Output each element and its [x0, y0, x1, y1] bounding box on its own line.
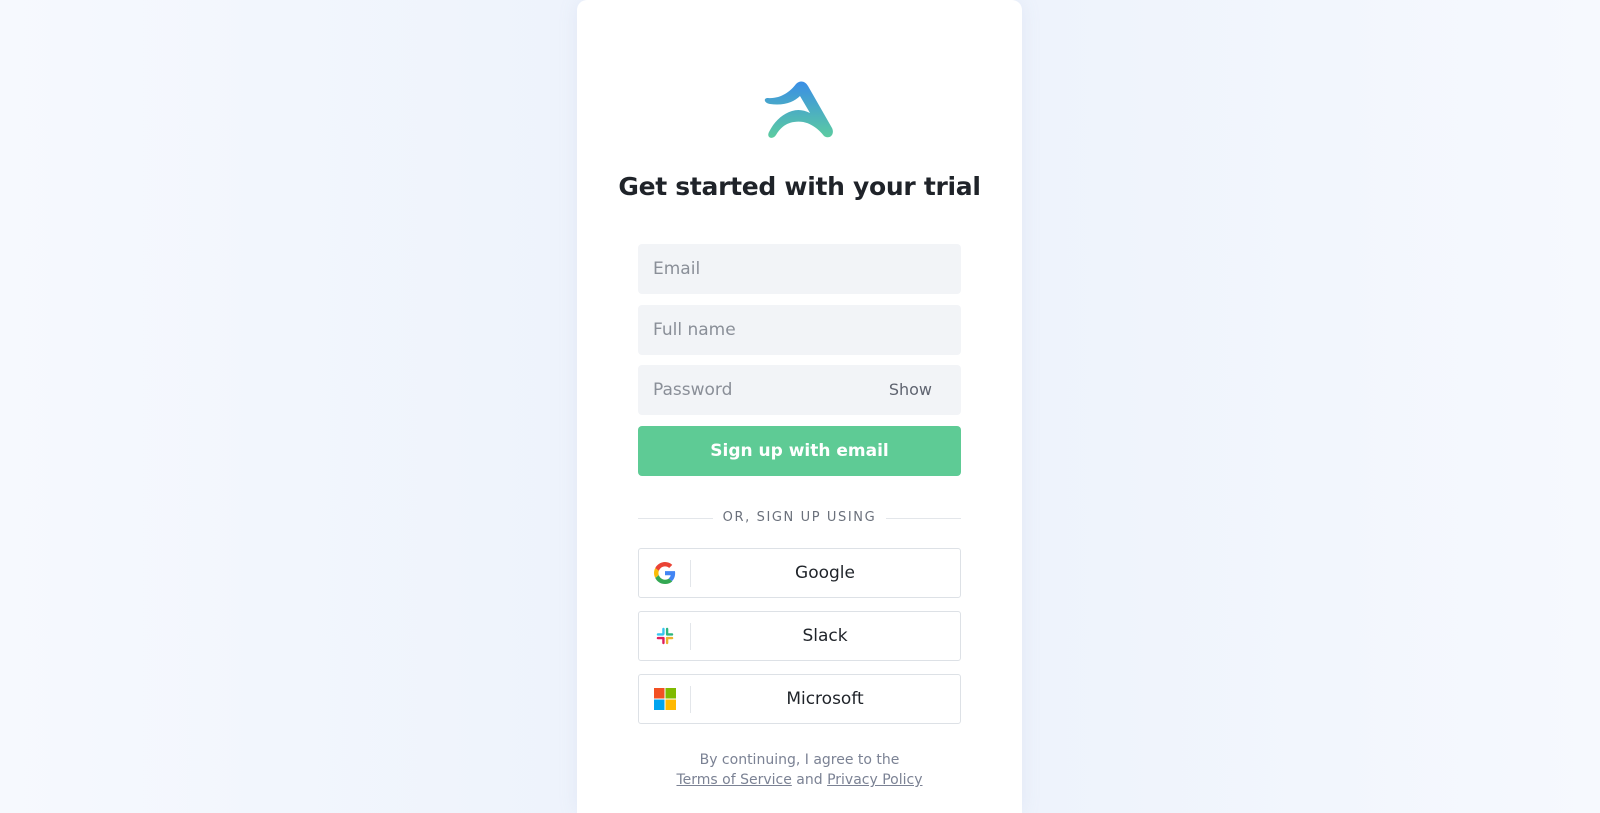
show-password-button[interactable]: Show: [889, 380, 932, 399]
email-field-wrapper: [638, 244, 961, 294]
divider: OR, SIGN UP USING: [638, 508, 961, 528]
google-label: Google: [795, 563, 855, 583]
legal-text: By continuing, I agree to the Terms of S…: [577, 750, 1022, 790]
google-signup-button[interactable]: Google: [638, 548, 961, 598]
microsoft-signup-button[interactable]: Microsoft: [638, 674, 961, 724]
email-field[interactable]: [638, 244, 961, 294]
signup-email-button[interactable]: Sign up with email: [638, 426, 961, 476]
google-icon: [654, 562, 676, 584]
fullname-field-wrapper: [638, 305, 961, 355]
slack-signup-button[interactable]: Slack: [638, 611, 961, 661]
fullname-field[interactable]: [638, 305, 961, 355]
microsoft-icon: [654, 688, 676, 710]
brand-logo-icon: [764, 81, 833, 138]
terms-link[interactable]: Terms of Service: [676, 772, 791, 788]
slack-icon: [656, 627, 674, 645]
microsoft-label: Microsoft: [786, 689, 864, 709]
signup-card: Get started with your trial Show Sign up…: [577, 0, 1022, 813]
page-title: Get started with your trial: [618, 172, 981, 201]
slack-label: Slack: [802, 626, 848, 646]
password-field-wrapper: Show: [638, 365, 961, 415]
legal-prefix: By continuing, I agree to the: [699, 752, 900, 768]
privacy-link[interactable]: Privacy Policy: [827, 772, 922, 788]
divider-line-right: [886, 518, 961, 519]
legal-and: and: [796, 772, 823, 788]
legal-links: Terms of Service and Privacy Policy: [577, 770, 1022, 790]
